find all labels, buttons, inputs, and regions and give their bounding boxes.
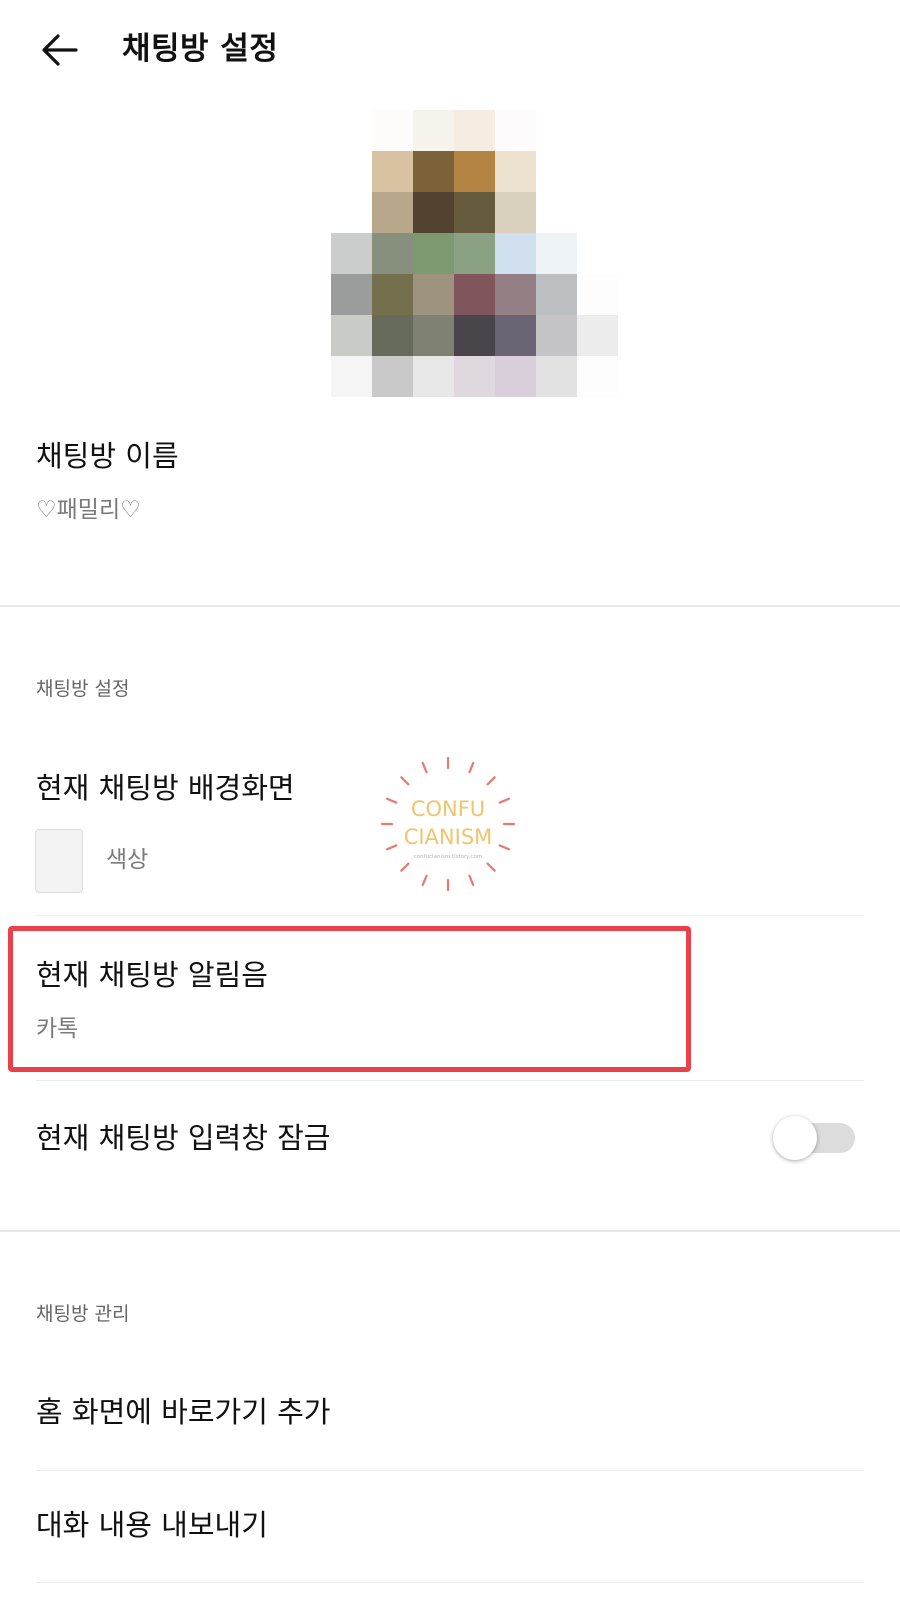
profile-pixel [372,315,413,356]
profile-pixel [413,151,454,192]
room-name-row[interactable]: 채팅방 이름 ♡패밀리♡ [0,420,900,605]
profile-pixel [495,356,536,397]
profile-pixel [454,233,495,274]
profile-pixel [495,315,536,356]
watermark-ray [498,797,511,804]
profile-pixel [331,151,372,192]
profile-pixel [577,233,618,274]
confucianism-watermark: CONFU CIANISM confucianism.tistory.com [380,756,516,892]
profile-pixel [495,110,536,151]
profile-pixel [413,110,454,151]
top-app-bar: 채팅방 설정 [0,0,900,100]
chatroom-profile-image[interactable] [331,110,618,397]
watermark-line-1: CONFU [411,797,485,821]
profile-pixel [577,110,618,151]
profile-pixel [454,151,495,192]
notification-value: 카톡 [36,1016,79,1042]
profile-pixel [454,274,495,315]
profile-pixel [495,233,536,274]
profile-pixel [331,233,372,274]
profile-pixel [536,192,577,233]
profile-pixel [495,192,536,233]
section-divider [0,605,900,607]
watermark-ray [421,874,428,887]
profile-pixel [331,110,372,151]
watermark-ray [468,761,475,774]
section-divider [0,1230,900,1232]
background-color-swatch [35,829,83,893]
toggle-knob[interactable] [773,1116,817,1160]
row-divider [36,1080,864,1081]
profile-pixel [413,192,454,233]
profile-pixel [577,274,618,315]
profile-pixel [331,315,372,356]
profile-pixel [495,274,536,315]
profile-pixel [536,274,577,315]
profile-pixel [413,356,454,397]
watermark-ray [468,874,475,887]
watermark-ray [400,862,410,872]
profile-pixel [331,356,372,397]
profile-pixel [331,274,372,315]
watermark-ray [486,862,496,872]
watermark-ray [400,776,410,786]
profile-pixel [536,356,577,397]
profile-pixel [372,233,413,274]
input-lock-title: 현재 채팅방 입력창 잠금 [36,1121,331,1155]
profile-pixel [372,151,413,192]
profile-pixel [536,233,577,274]
export-chat-label: 대화 내용 내보내기 [36,1508,268,1542]
watermark-ray [421,761,428,774]
profile-pixel [372,110,413,151]
profile-pixel [577,192,618,233]
background-title: 현재 채팅방 배경화면 [36,771,295,805]
room-name-title: 채팅방 이름 [36,439,179,473]
add-shortcut-row[interactable]: 홈 화면에 바로가기 추가 [0,1385,900,1469]
profile-pixel [536,110,577,151]
row-divider [36,915,864,916]
profile-pixel [454,192,495,233]
background-value: 색상 [106,847,149,873]
page-title: 채팅방 설정 [122,31,279,67]
profile-pixel [454,110,495,151]
back-button[interactable] [34,26,86,74]
profile-pixel [577,151,618,192]
profile-pixel [372,356,413,397]
row-divider [36,1470,864,1471]
manage-section-label: 채팅방 관리 [36,1303,130,1325]
room-name-value: ♡패밀리♡ [36,497,141,523]
profile-pixel [577,315,618,356]
watermark-line-2: CIANISM [404,825,493,849]
export-chat-row[interactable]: 대화 내용 내보내기 [0,1492,900,1582]
add-shortcut-label: 홈 화면에 바로가기 추가 [36,1395,331,1429]
profile-pixel [413,233,454,274]
profile-pixel [495,151,536,192]
profile-pixel [372,274,413,315]
profile-pixel [413,274,454,315]
arrow-left-icon [42,34,78,66]
profile-pixel [536,315,577,356]
profile-pixel [577,356,618,397]
profile-pixel [331,192,372,233]
notification-title: 현재 채팅방 알림음 [36,958,268,992]
watermark-url: confucianism.tistory.com [414,854,483,860]
profile-pixel [536,151,577,192]
profile-pixel [454,315,495,356]
profile-pixel [372,192,413,233]
input-lock-toggle[interactable] [773,1115,857,1161]
settings-section-label: 채팅방 설정 [36,678,130,700]
watermark-ray [385,844,398,851]
input-lock-row[interactable]: 현재 채팅방 입력창 잠금 [0,1100,900,1180]
notification-sound-row[interactable]: 현재 채팅방 알림음 카톡 [0,935,900,1085]
profile-pixel [413,315,454,356]
watermark-ray [498,844,511,851]
watermark-ray [486,776,496,786]
profile-pixel [454,356,495,397]
watermark-ray [385,797,398,804]
row-divider [36,1582,864,1583]
